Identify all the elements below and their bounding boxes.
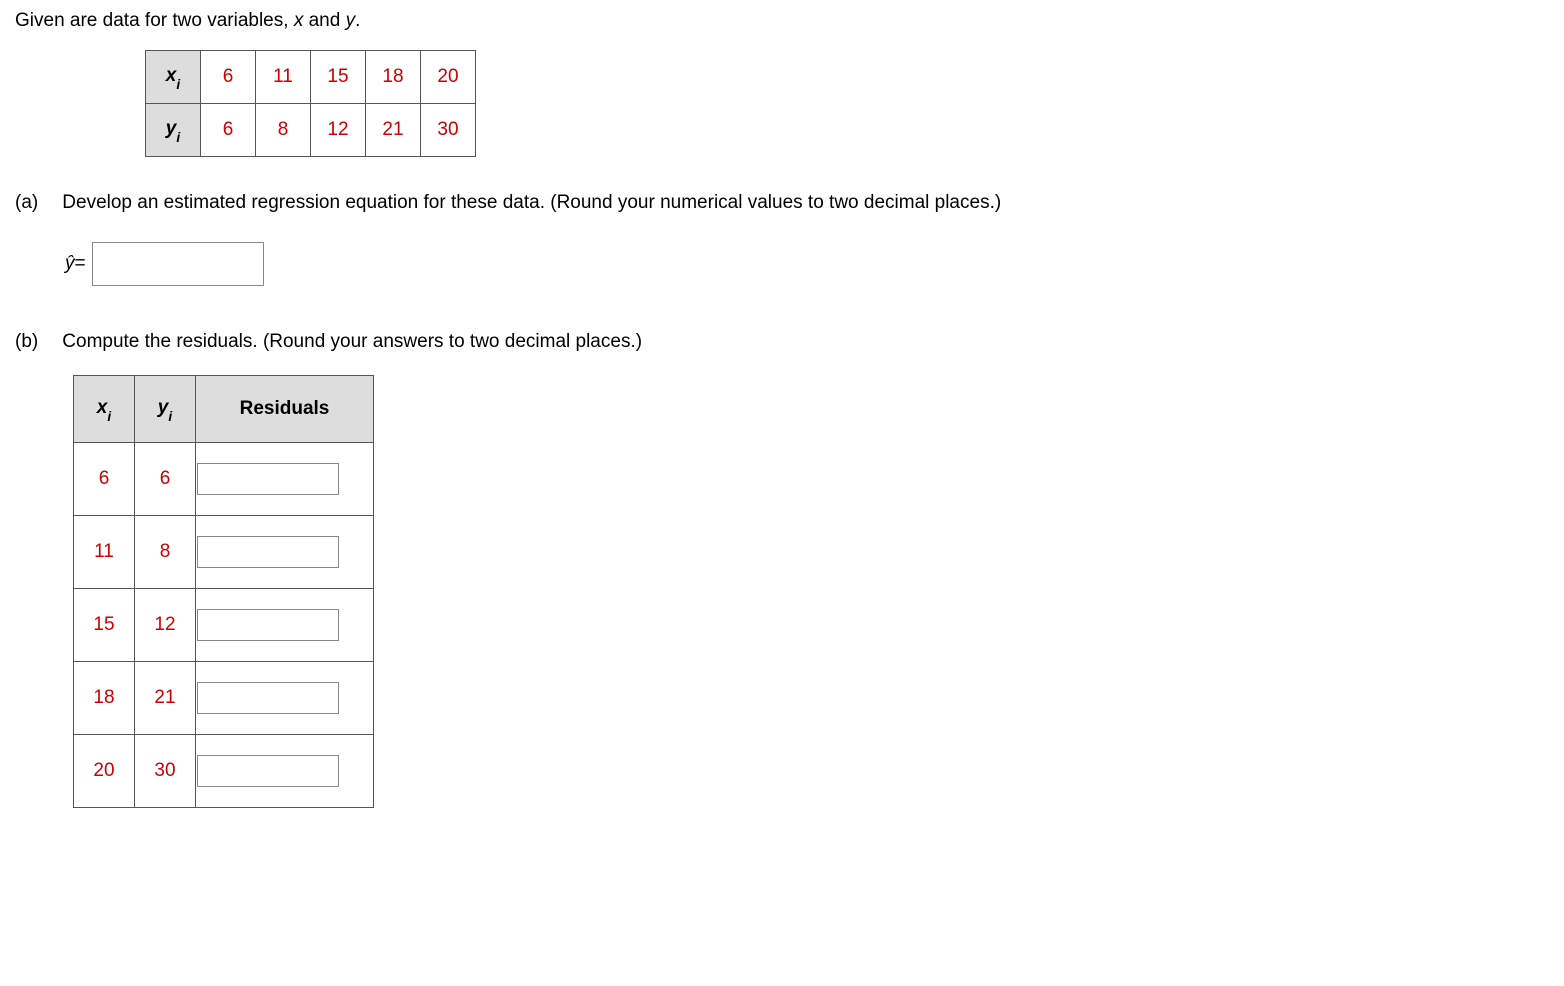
part-b-text: Compute the residuals. (Round your answe… — [62, 331, 642, 352]
residual-cell — [196, 735, 374, 808]
intro-var-x: x — [294, 10, 304, 31]
x-value: 6 — [74, 443, 135, 516]
y-value: 30 — [135, 735, 196, 808]
x-cell: 15 — [311, 51, 366, 104]
part-a-text: Develop an estimated regression equation… — [62, 192, 1001, 213]
x-cell: 18 — [366, 51, 421, 104]
y-value: 8 — [135, 516, 196, 589]
yhat-symbol: ŷ — [65, 253, 75, 275]
table-row: 20 30 — [74, 735, 374, 808]
y-cell: 30 — [421, 104, 476, 157]
x-value: 15 — [74, 589, 135, 662]
y-cell: 6 — [201, 104, 256, 157]
residual-input[interactable] — [197, 682, 339, 714]
residual-input[interactable] — [197, 755, 339, 787]
table-row: 11 8 — [74, 516, 374, 589]
row-header-y: yi — [146, 104, 201, 157]
row-header-x: xi — [146, 51, 201, 104]
part-b-label: (b) — [15, 331, 57, 353]
intro-suffix: . — [355, 10, 360, 31]
x-cell: 6 — [201, 51, 256, 104]
row-header-x-sub: i — [176, 77, 180, 92]
table-row: 15 12 — [74, 589, 374, 662]
x-value: 20 — [74, 735, 135, 808]
y-value: 21 — [135, 662, 196, 735]
data-table: xi 6 11 15 18 20 yi 6 8 12 21 30 — [145, 50, 476, 157]
col-header-residuals: Residuals — [196, 376, 374, 443]
row-header-y-main: y — [166, 118, 177, 139]
col-header-y-main: y — [158, 397, 169, 418]
part-a: (a) Develop an estimated regression equa… — [15, 192, 1549, 286]
intro-prefix: Given are data for two variables, — [15, 10, 294, 31]
table-row: 6 6 — [74, 443, 374, 516]
table-row: 18 21 — [74, 662, 374, 735]
regression-equation-row: ŷ = — [65, 242, 1549, 286]
residuals-table: xi yi Residuals 6 6 11 8 15 12 18 21 — [73, 375, 374, 808]
x-value: 11 — [74, 516, 135, 589]
y-cell: 8 — [256, 104, 311, 157]
residual-cell — [196, 662, 374, 735]
col-header-y-sub: i — [168, 409, 172, 424]
x-value: 18 — [74, 662, 135, 735]
col-header-x: xi — [74, 376, 135, 443]
residual-input[interactable] — [197, 463, 339, 495]
x-cell: 20 — [421, 51, 476, 104]
regression-equation-input[interactable] — [92, 242, 264, 286]
col-header-y: yi — [135, 376, 196, 443]
residual-input[interactable] — [197, 536, 339, 568]
residual-cell — [196, 589, 374, 662]
x-cell: 11 — [256, 51, 311, 104]
row-header-y-sub: i — [176, 130, 180, 145]
y-value: 12 — [135, 589, 196, 662]
intro-and: and — [303, 10, 345, 31]
y-cell: 21 — [366, 104, 421, 157]
residual-cell — [196, 443, 374, 516]
col-header-x-sub: i — [107, 409, 111, 424]
part-b: (b) Compute the residuals. (Round your a… — [15, 331, 1549, 808]
y-value: 6 — [135, 443, 196, 516]
row-header-x-main: x — [166, 65, 177, 86]
part-a-label: (a) — [15, 192, 57, 214]
intro-var-y: y — [346, 10, 356, 31]
y-cell: 12 — [311, 104, 366, 157]
residual-cell — [196, 516, 374, 589]
intro-text: Given are data for two variables, x and … — [15, 10, 1549, 32]
residual-input[interactable] — [197, 609, 339, 641]
equals-sign: = — [75, 253, 86, 275]
col-header-x-main: x — [97, 397, 108, 418]
